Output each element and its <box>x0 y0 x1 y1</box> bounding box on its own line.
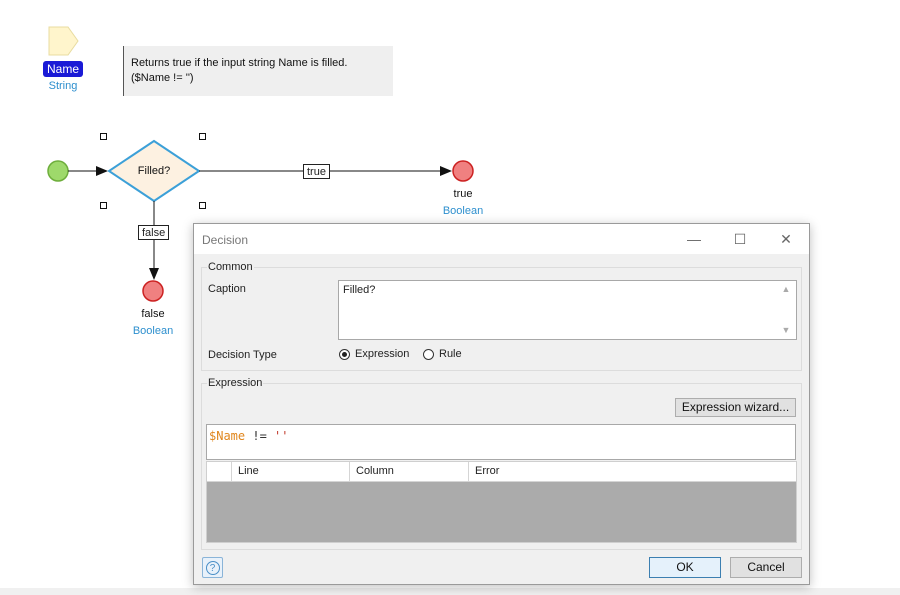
column-header-blank <box>207 462 232 481</box>
minimize-icon[interactable]: — <box>671 224 717 254</box>
radio-rule-label: Rule <box>439 348 462 360</box>
close-icon[interactable]: ✕ <box>763 224 809 254</box>
start-event[interactable] <box>47 160 69 182</box>
annotation-line-2: ($Name != '') <box>131 72 194 84</box>
common-group-title: Common <box>207 261 254 273</box>
end-true-type: Boolean <box>442 205 484 217</box>
selection-handle-bottom-left[interactable] <box>100 202 107 209</box>
decision-caption: Filled? <box>137 165 171 177</box>
selection-handle-top-left[interactable] <box>100 133 107 140</box>
end-false-type: Boolean <box>132 325 174 337</box>
parameter-type: String <box>48 80 78 92</box>
error-table[interactable]: Line Column Error <box>206 461 797 543</box>
end-false-value: false <box>141 308 165 320</box>
expression-string: '' <box>274 429 289 443</box>
expression-operator: != <box>245 429 275 443</box>
expression-editor[interactable]: $Name != '' <box>206 424 796 460</box>
flow-false-label[interactable]: false <box>138 225 170 240</box>
flow-true-label[interactable]: true <box>303 164 330 179</box>
radio-circle[interactable] <box>423 348 434 360</box>
radio-circle[interactable] <box>339 348 350 360</box>
scroll-up-icon[interactable]: ▲ <box>781 284 791 294</box>
help-button[interactable]: ? <box>202 557 223 578</box>
annotation-line-1: Returns true if the input string Name is… <box>131 57 348 69</box>
decision-type-label: Decision Type <box>208 349 277 361</box>
radio-rule[interactable]: Rule <box>423 348 462 360</box>
radio-expression[interactable]: Expression <box>339 348 409 360</box>
parameter-name[interactable]: Name <box>43 61 83 77</box>
expression-variable: $Name <box>209 429 246 443</box>
column-header-error[interactable]: Error <box>469 462 795 481</box>
scroll-down-icon[interactable]: ▼ <box>781 325 791 335</box>
caption-value: Filled? <box>343 284 376 296</box>
maximize-icon[interactable]: ☐ <box>717 224 763 254</box>
dialog-title: Decision <box>202 233 249 247</box>
end-true-value: true <box>453 188 473 200</box>
expression-wizard-button[interactable]: Expression wizard... <box>675 398 796 417</box>
end-event-false[interactable] <box>142 280 164 302</box>
selection-handle-bottom-right[interactable] <box>199 202 206 209</box>
selection-handle-top-right[interactable] <box>199 133 206 140</box>
caption-textarea[interactable]: Filled? ▲ ▼ <box>338 280 797 340</box>
annotation-note[interactable]: Returns true if the input string Name is… <box>123 46 393 96</box>
column-header-line[interactable]: Line <box>232 462 350 481</box>
decision-dialog: Decision — ☐ ✕ Common Caption Filled? ▲ … <box>193 223 810 585</box>
status-strip <box>0 588 900 595</box>
parameter-icon[interactable] <box>48 26 79 56</box>
radio-expression-label: Expression <box>355 348 410 360</box>
help-icon: ? <box>205 560 220 575</box>
expression-group-title: Expression <box>207 377 264 389</box>
cancel-button[interactable]: Cancel <box>730 557 802 578</box>
arrowhead <box>96 166 108 176</box>
radio-selected-dot <box>342 351 347 357</box>
error-table-header: Line Column Error <box>207 462 796 482</box>
end-event-true[interactable] <box>452 160 474 182</box>
ok-button[interactable]: OK <box>649 557 721 578</box>
arrowhead <box>440 166 452 176</box>
caption-label: Caption <box>208 283 246 295</box>
column-header-column[interactable]: Column <box>350 462 469 481</box>
dialog-titlebar[interactable]: Decision — ☐ ✕ <box>194 224 809 254</box>
arrowhead <box>149 268 159 280</box>
